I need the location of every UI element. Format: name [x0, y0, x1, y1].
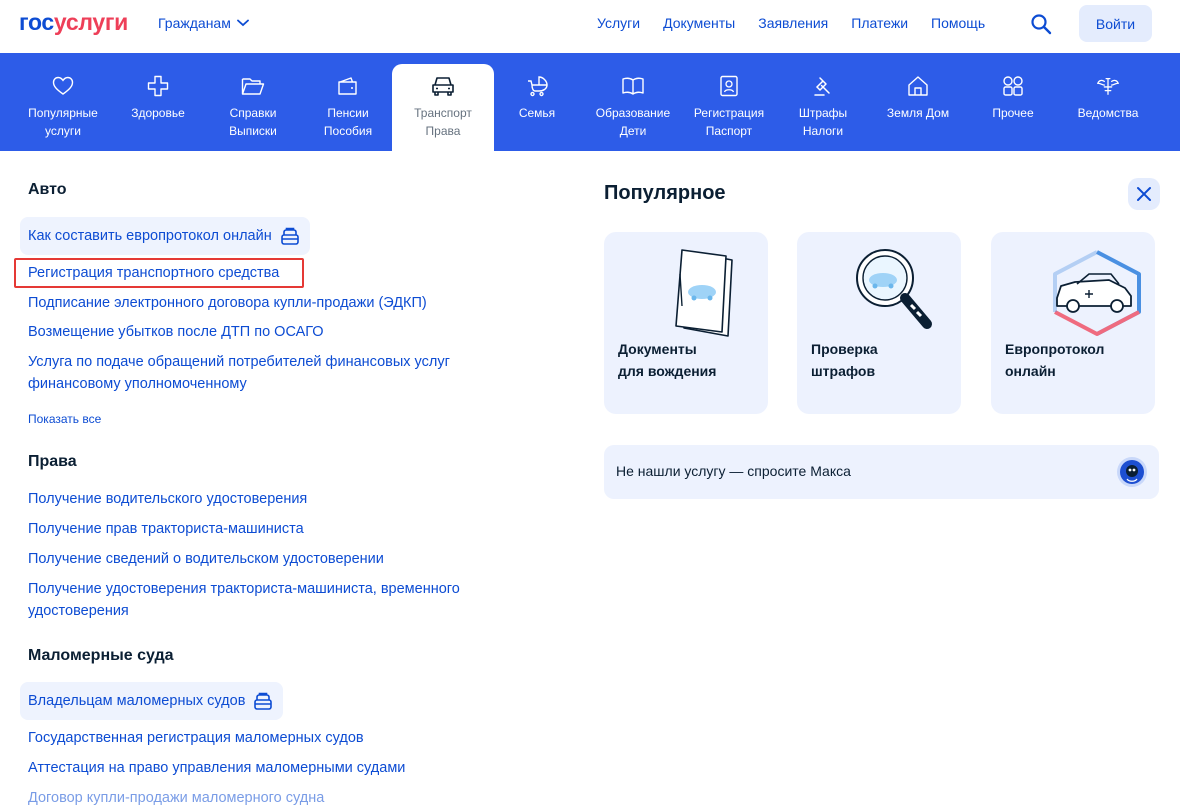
ask-max-text: Не нашли услугу — спросите Макса — [616, 463, 851, 479]
link-boat-attestation[interactable]: Аттестация на право управления маломерны… — [28, 757, 405, 779]
card-check-fines[interactable]: Проверка штрафов — [797, 232, 961, 414]
login-button[interactable]: Войти — [1079, 5, 1152, 42]
category-popular[interactable]: Популярные услуги — [18, 53, 108, 151]
category-agencies-line1: Ведомства — [1077, 106, 1139, 120]
card-europrotocol[interactable]: Европротокол онлайн — [991, 232, 1155, 414]
category-family[interactable]: Семья — [506, 53, 568, 151]
link-edkp[interactable]: Подписание электронного договора купли-п… — [28, 292, 427, 314]
link-vehicle-registration[interactable]: Регистрация транспортного средства — [28, 262, 279, 284]
europrotocol-chip[interactable]: Как составить европротокол онлайн — [20, 217, 310, 255]
category-popular-line2: услуги — [45, 124, 81, 138]
gavel-icon — [811, 74, 835, 98]
category-bar: Популярные услуги Здоровье Справки Выпис… — [0, 53, 1180, 151]
category-registration-line1: Регистрация — [693, 106, 765, 120]
category-pensions-line1: Пенсии — [327, 106, 369, 120]
card-check-fines-label: Проверка штрафов — [811, 341, 878, 379]
category-registration-line2: Паспорт — [705, 124, 753, 138]
category-certificates[interactable]: Справки Выписки — [214, 53, 292, 151]
link-boat-registration[interactable]: Государственная регистрация маломерных с… — [28, 727, 364, 749]
category-fines-line1: Штрафы — [798, 106, 848, 120]
section-boats-title: Маломерные суда — [28, 647, 174, 664]
category-education-line1: Образование — [595, 106, 671, 120]
stack-icon — [280, 227, 299, 245]
logo-text-part2: услуги — [53, 9, 128, 35]
card-driving-documents[interactable]: Документы для вождения — [604, 232, 768, 414]
close-icon — [1137, 187, 1151, 201]
category-certificates-line1: Справки — [229, 106, 277, 120]
audience-label: Гражданам — [158, 15, 231, 31]
category-fines-line2: Налоги — [802, 124, 844, 138]
car-icon — [431, 74, 455, 98]
boat-owners-chip[interactable]: Владельцам маломерных судов — [20, 682, 284, 720]
card-driving-documents-label: Документы для вождения — [618, 341, 717, 379]
section-auto-title: Авто — [28, 181, 67, 198]
medical-cross-icon — [146, 74, 170, 98]
nav-services[interactable]: Услуги — [597, 15, 640, 31]
category-health[interactable]: Здоровье — [120, 53, 196, 151]
site-header: госуслуги Гражданам Услуги Документы Зая… — [0, 0, 1180, 53]
category-pensions[interactable]: Пенсии Пособия — [310, 53, 386, 151]
max-avatar-icon — [1117, 457, 1147, 487]
category-popular-line1: Популярные — [28, 106, 98, 120]
gosuslugi-logo[interactable]: госуслуги — [19, 9, 128, 36]
magnifier-illustration — [856, 249, 932, 329]
link-tractor-license[interactable]: Получение прав тракториста-машиниста — [28, 518, 304, 540]
category-registration[interactable]: Регистрация Паспорт — [686, 53, 772, 151]
category-transport-line2: Права — [425, 124, 461, 138]
logo-text-part1: гос — [19, 9, 54, 35]
audience-dropdown[interactable]: Гражданам — [158, 15, 249, 31]
link-osago[interactable]: Возмещение убытков после ДТП по ОСАГО — [28, 321, 324, 343]
nav-help[interactable]: Помощь — [931, 15, 985, 31]
link-financial-ombudsman[interactable]: Услуга по подаче обращений потребителей … — [28, 351, 450, 373]
link-tractor-certificate[interactable]: Получение удостоверения тракториста-маши… — [28, 578, 460, 600]
category-transport-line1: Транспорт — [414, 106, 472, 120]
europrotocol-chip-label: Как составить европротокол онлайн — [28, 228, 272, 244]
stack-icon — [254, 692, 273, 710]
category-land-house[interactable]: Земля Дом — [876, 53, 960, 151]
category-transport[interactable]: Транспорт Права — [392, 64, 494, 151]
folder-icon — [241, 74, 265, 98]
nav-payments[interactable]: Платежи — [851, 15, 908, 31]
emblem-icon — [1096, 74, 1120, 98]
top-navigation: Услуги Документы Заявления Платежи Помощ… — [597, 15, 1008, 31]
link-driver-license[interactable]: Получение водительского удостоверения — [28, 488, 307, 510]
category-fines[interactable]: Штрафы Налоги — [786, 53, 860, 151]
boat-owners-chip-label: Владельцам маломерных судов — [28, 693, 246, 709]
passport-icon — [717, 74, 741, 98]
documents-illustration — [675, 249, 733, 337]
link-financial-ombudsman-line2[interactable]: финансовому уполномоченному — [28, 373, 247, 395]
search-icon[interactable] — [1030, 13, 1052, 35]
grid-icon — [1001, 74, 1025, 98]
category-pensions-line2: Пособия — [323, 124, 373, 138]
card-europrotocol-label: Европротокол онлайн — [1005, 341, 1105, 379]
stroller-icon — [525, 74, 549, 98]
nav-documents[interactable]: Документы — [663, 15, 735, 31]
ask-max-banner[interactable]: Не нашли услугу — спросите Макса — [604, 445, 1159, 499]
link-boat-sale[interactable]: Договор купли-продажи маломерного судна — [28, 787, 324, 809]
category-health-line1: Здоровье — [131, 106, 185, 120]
link-license-info[interactable]: Получение сведений о водительском удосто… — [28, 548, 384, 570]
category-family-line1: Семья — [518, 106, 556, 120]
nav-applications[interactable]: Заявления — [758, 15, 828, 31]
show-all-link[interactable]: Показать все — [28, 412, 101, 426]
wallet-icon — [336, 74, 360, 98]
category-education[interactable]: Образование Дети — [590, 53, 676, 151]
category-agencies[interactable]: Ведомства — [1068, 53, 1148, 151]
category-other-line1: Прочее — [992, 106, 1034, 120]
category-certificates-line2: Выписки — [229, 124, 277, 138]
category-education-line2: Дети — [619, 124, 647, 138]
section-rights-title: Права — [28, 453, 77, 470]
car-hexagon-illustration — [1053, 250, 1141, 336]
heart-icon — [51, 74, 75, 98]
house-icon — [906, 74, 930, 98]
book-icon — [621, 74, 645, 98]
link-tractor-certificate-line2[interactable]: удостоверения — [28, 600, 129, 622]
chevron-down-icon — [236, 19, 249, 27]
popular-title: Популярное — [604, 182, 726, 204]
category-land-house-line1: Земля Дом — [886, 106, 950, 120]
close-button[interactable] — [1128, 178, 1160, 210]
category-other[interactable]: Прочее — [980, 53, 1046, 151]
